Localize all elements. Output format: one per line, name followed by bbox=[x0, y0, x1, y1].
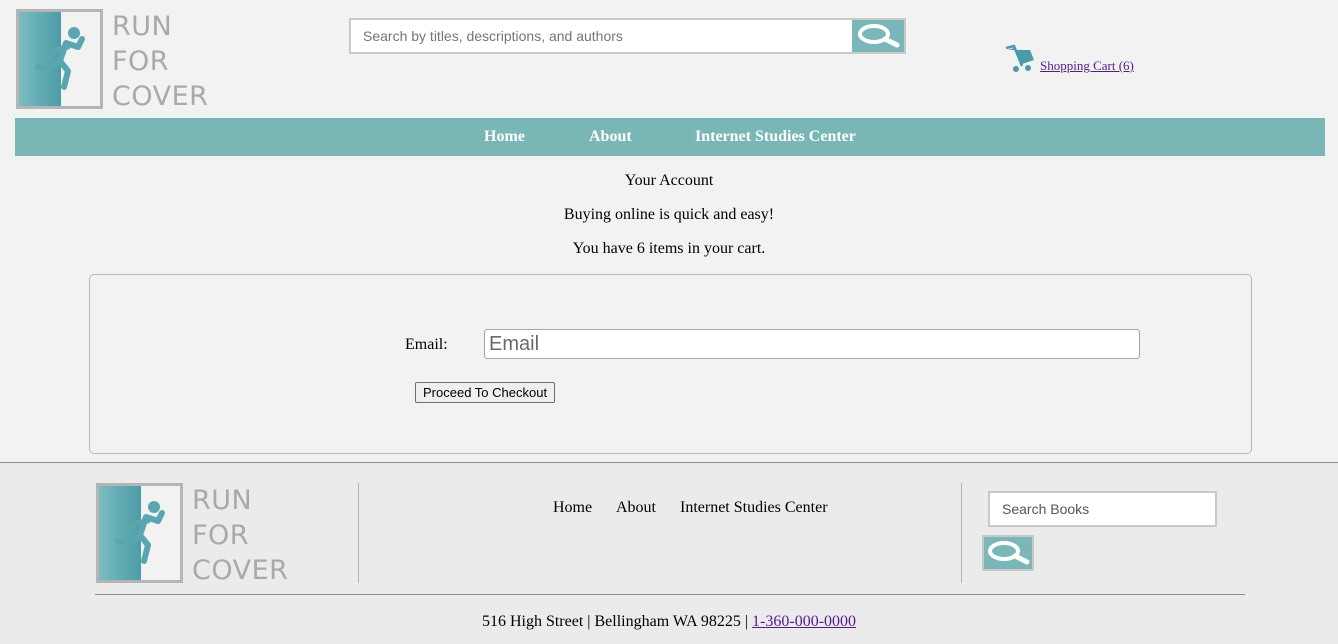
page-subtitle: Buying online is quick and easy! bbox=[563, 206, 775, 223]
address-text: 516 High Street | Bellingham WA 98225 | bbox=[481, 613, 753, 630]
site-logo[interactable]: RUN FOR COVER bbox=[16, 9, 208, 112]
cart-count-text: You have 6 items in your cart. bbox=[572, 240, 766, 257]
nav-internet-studies-center[interactable]: Internet Studies Center bbox=[695, 128, 856, 146]
proceed-to-checkout-button[interactable]: Proceed To Checkout bbox=[415, 382, 556, 403]
footer-logo[interactable]: RUN FOR COVER bbox=[96, 483, 288, 586]
magnifier-icon bbox=[988, 541, 1030, 565]
footer-divider bbox=[358, 483, 359, 583]
email-field[interactable] bbox=[484, 329, 1140, 359]
main-nav: Home About Internet Studies Center bbox=[15, 118, 1325, 156]
header-search bbox=[349, 18, 906, 54]
nav-about[interactable]: About bbox=[589, 128, 632, 146]
shopping-cart-link[interactable]: Shopping Cart (6) bbox=[1004, 44, 1134, 74]
logo-wordmark: RUN FOR COVER bbox=[112, 11, 209, 112]
email-label: Email: bbox=[405, 336, 448, 353]
footer-search-button[interactable] bbox=[982, 535, 1034, 571]
footer-logo-door-icon bbox=[96, 483, 183, 583]
logo-door-icon bbox=[16, 9, 103, 109]
header-search-input[interactable] bbox=[351, 20, 852, 52]
footer-search-input[interactable] bbox=[988, 491, 1217, 527]
footer-link-about[interactable]: About bbox=[616, 499, 656, 517]
magnifier-icon bbox=[858, 24, 900, 48]
footer: RUN FOR COVER Home About Internet Studie… bbox=[0, 462, 1338, 644]
page-title: Your Account bbox=[624, 172, 714, 189]
footer-logo-wordmark: RUN FOR COVER bbox=[192, 485, 289, 586]
shopping-cart-label[interactable]: Shopping Cart (6) bbox=[1040, 58, 1134, 74]
shopping-cart-icon bbox=[1005, 44, 1034, 72]
footer-divider bbox=[961, 483, 962, 583]
checkout-panel bbox=[89, 274, 1252, 454]
footer-address: 516 High Street | Bellingham WA 98225 | … bbox=[0, 613, 1338, 631]
footer-link-internet-studies-center[interactable]: Internet Studies Center bbox=[680, 499, 828, 517]
nav-home[interactable]: Home bbox=[484, 128, 525, 146]
phone-link[interactable]: 1-360-000-0000 bbox=[752, 613, 856, 630]
header-search-button[interactable] bbox=[852, 20, 904, 52]
footer-separator bbox=[95, 594, 1245, 595]
footer-link-home[interactable]: Home bbox=[553, 499, 592, 517]
